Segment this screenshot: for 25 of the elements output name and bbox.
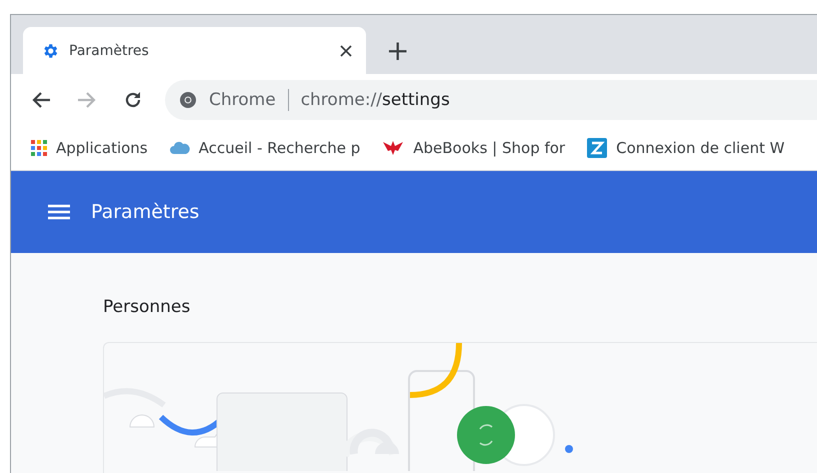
- cloud-icon: [170, 141, 190, 155]
- z-logo-icon: [587, 138, 608, 158]
- back-icon[interactable]: [31, 91, 51, 109]
- bookmark-label: Applications: [56, 139, 148, 157]
- browser-tab[interactable]: Paramètres: [23, 27, 366, 74]
- header-title: Paramètres: [91, 201, 200, 223]
- bookmark-label: Accueil - Recherche p: [198, 139, 360, 157]
- site-label: Chrome: [209, 90, 276, 110]
- bookmark[interactable]: Applications: [31, 139, 148, 157]
- menu-icon[interactable]: [48, 204, 70, 220]
- new-tab-button[interactable]: +: [380, 27, 416, 74]
- bird-icon: [382, 140, 404, 156]
- reload-icon[interactable]: [123, 90, 143, 110]
- address-bar[interactable]: Chrome chrome://settings: [165, 80, 817, 120]
- chrome-icon: [179, 91, 197, 109]
- tab-title: Paramètres: [69, 42, 150, 58]
- bookmark[interactable]: Connexion de client W: [587, 138, 785, 158]
- section-title: Personnes: [103, 297, 192, 317]
- close-icon[interactable]: [340, 44, 352, 56]
- bookmark[interactable]: Accueil - Recherche p: [170, 139, 360, 157]
- bookmark[interactable]: AbeBooks | Shop for: [382, 139, 566, 157]
- bookmark-label: Connexion de client W: [616, 139, 785, 157]
- url-text: chrome://settings: [300, 90, 450, 110]
- apps-grid-icon: [31, 140, 47, 156]
- bookmark-label: AbeBooks | Shop for: [413, 139, 566, 157]
